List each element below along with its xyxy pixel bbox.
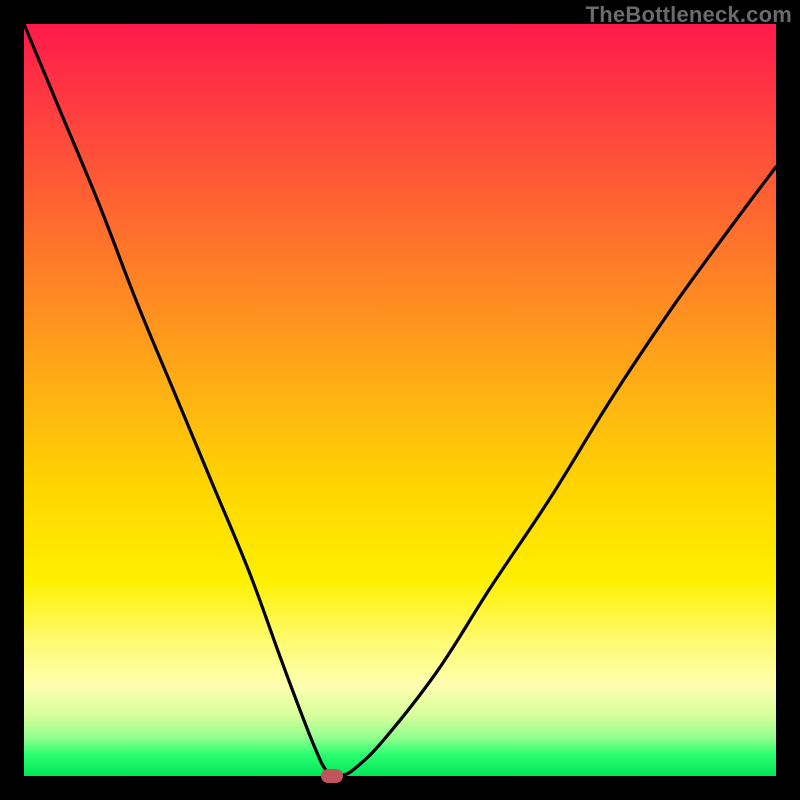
curve-path (24, 24, 776, 777)
chart-frame: TheBottleneck.com (0, 0, 800, 800)
bottleneck-curve (24, 24, 776, 776)
plot-area (24, 24, 776, 776)
optimum-marker (321, 769, 343, 783)
